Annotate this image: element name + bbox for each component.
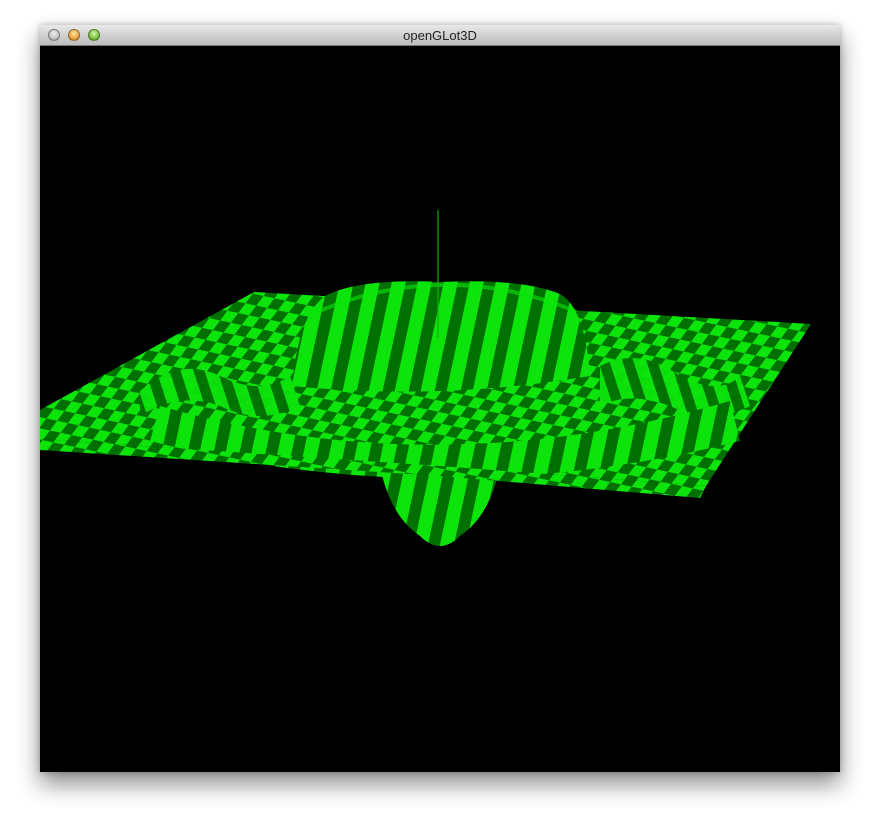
- surface-plot: [40, 210, 811, 546]
- title-bar[interactable]: openGLot3D: [40, 25, 840, 46]
- app-window: openGLot3D: [40, 25, 840, 772]
- surface-dome: [292, 281, 590, 392]
- window-title: openGLot3D: [403, 28, 477, 43]
- gl-viewport[interactable]: [40, 46, 840, 772]
